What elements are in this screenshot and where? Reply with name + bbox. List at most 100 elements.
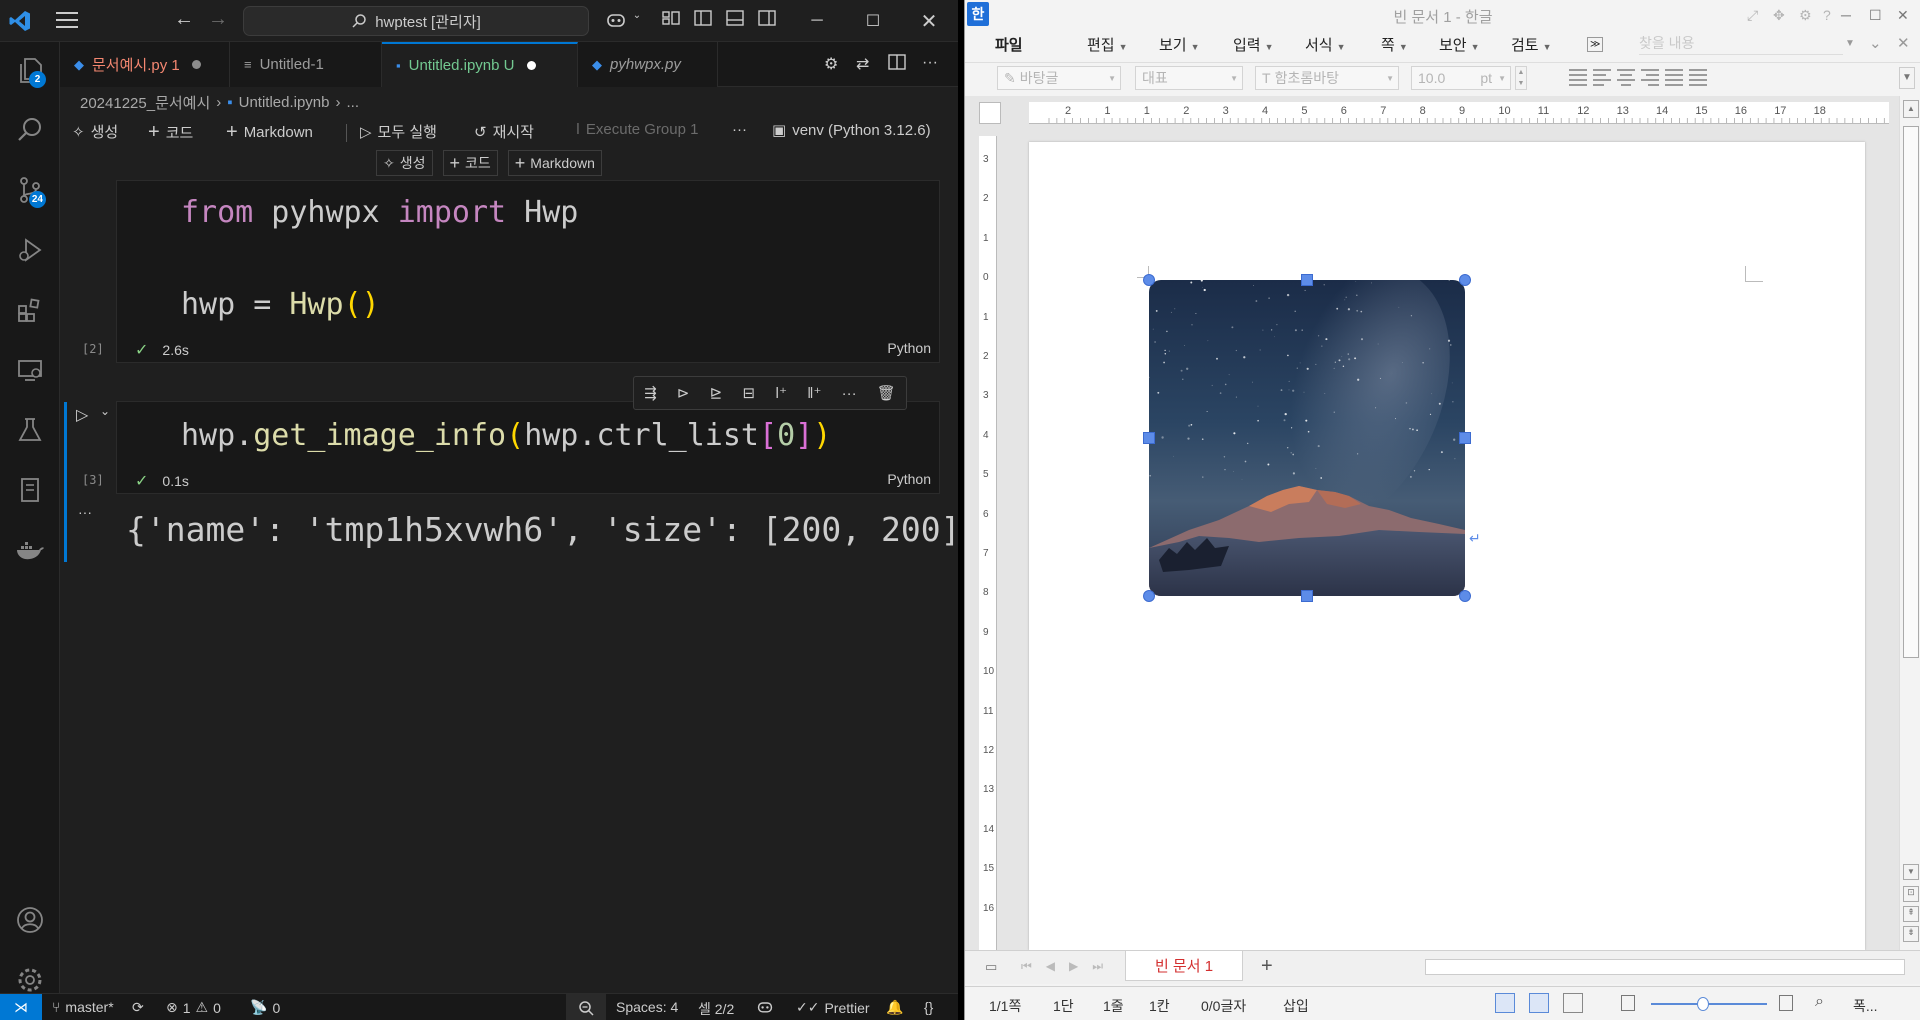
split-editor-icon[interactable] bbox=[888, 54, 906, 75]
remote-indicator-icon[interactable]: ⋊ bbox=[0, 994, 42, 1020]
run-above-icon[interactable]: ⇶ bbox=[644, 384, 657, 402]
align-justify-icon[interactable] bbox=[1569, 69, 1587, 87]
open-changes-icon[interactable]: ⇄ bbox=[856, 54, 869, 74]
toolbar-expand-icon[interactable]: ▼ bbox=[1899, 67, 1915, 89]
menu-security[interactable]: 보안 ▼ bbox=[1439, 34, 1480, 55]
language-mode-indicator[interactable]: {} bbox=[924, 999, 933, 1015]
vertical-scrollbar[interactable]: ▲ ▼ ⊡ ⇞ ⇟ bbox=[1899, 96, 1920, 950]
execute-group-button[interactable]: ǀ Execute Group 1 bbox=[576, 121, 698, 138]
add-markdown-cell-button[interactable]: + Markdown bbox=[226, 121, 313, 144]
font-size-stepper[interactable]: ▲ ▼ bbox=[1515, 66, 1527, 90]
menu-view[interactable]: 보기 ▼ bbox=[1159, 34, 1200, 55]
toggle-secondary-sidebar-icon[interactable] bbox=[756, 10, 778, 32]
maximize-button[interactable]: ☐ bbox=[850, 0, 896, 42]
resize-handle-top-left[interactable] bbox=[1143, 274, 1155, 286]
generate-button[interactable]: ✧ 생성 bbox=[72, 121, 118, 142]
command-center-search[interactable]: hwptest [관리자] bbox=[243, 6, 589, 36]
restart-button[interactable]: ↺ 재시작 bbox=[474, 121, 534, 142]
source-control-icon[interactable]: 24 bbox=[10, 170, 50, 210]
collapse-ribbon-icon[interactable]: ⌄ bbox=[1869, 34, 1882, 52]
menu-review[interactable]: 검토 ▼ bbox=[1511, 34, 1552, 55]
zoom-out-icon[interactable] bbox=[1621, 995, 1635, 1011]
menu-format[interactable]: 서식 ▼ bbox=[1305, 34, 1346, 55]
insert-cursor-icon[interactable]: ǀ⁺ bbox=[775, 384, 787, 402]
remote-explorer-icon[interactable] bbox=[10, 350, 50, 390]
tab-untitled-ipynb[interactable]: ▪ Untitled.ipynb U bbox=[382, 42, 578, 87]
insert-mode[interactable]: 삽입 bbox=[1283, 996, 1309, 1016]
sync-icon[interactable]: ⟳ bbox=[132, 999, 144, 1016]
resize-handle-right[interactable] bbox=[1459, 432, 1471, 444]
move-icon[interactable]: ✥ bbox=[1773, 7, 1785, 24]
scrollbar-thumb[interactable] bbox=[1903, 126, 1919, 658]
cell-language[interactable]: Python bbox=[887, 471, 931, 487]
fullscreen-icon[interactable]: ⤢ bbox=[1747, 7, 1758, 24]
resize-handle-top-right[interactable] bbox=[1459, 274, 1471, 286]
distribute-icon[interactable] bbox=[1665, 69, 1683, 87]
breadcrumb-more[interactable]: ... bbox=[347, 94, 360, 111]
maximize-button[interactable]: ☐ bbox=[1869, 7, 1882, 24]
cell-position-indicator[interactable]: 셀 2/2 bbox=[698, 999, 734, 1019]
scroll-down-arrow-icon[interactable]: ▼ bbox=[1903, 864, 1919, 880]
chevron-down-icon[interactable]: ⌄ bbox=[626, 10, 648, 32]
search-icon[interactable] bbox=[10, 110, 50, 150]
document-tab[interactable]: 빈 문서 1 bbox=[1125, 951, 1243, 981]
add-tab-plus-icon[interactable]: + bbox=[1261, 955, 1273, 978]
style-select[interactable]: ✎ 바탕글 ▼ bbox=[997, 66, 1121, 90]
tab-navigation-arrows[interactable]: ⏮◀▶⏭ bbox=[1021, 959, 1117, 974]
tab-list-icon[interactable]: ▭ bbox=[985, 959, 997, 975]
menu-file[interactable]: 파일 bbox=[995, 34, 1023, 55]
ruler-corner-icon[interactable] bbox=[979, 102, 1001, 124]
minimize-button[interactable]: ─ bbox=[1841, 7, 1851, 23]
execute-above-icon[interactable]: ⊳ bbox=[677, 384, 690, 402]
execute-below-icon[interactable]: ⊵ bbox=[710, 384, 723, 402]
copilot-icon[interactable] bbox=[605, 10, 627, 32]
code-cell[interactable]: from pyhwpx import Hwp hwp = Hwp() ✓ 2.6… bbox=[116, 180, 940, 363]
options-icon[interactable]: ⚙ bbox=[1799, 7, 1812, 24]
prettier-indicator[interactable]: ✓✓ Prettier bbox=[796, 999, 870, 1016]
normal-view-icon[interactable] bbox=[1495, 993, 1515, 1013]
notebook-outline-icon[interactable] bbox=[10, 470, 50, 510]
resize-handle-bottom[interactable] bbox=[1301, 590, 1313, 602]
docker-whale-icon[interactable] bbox=[10, 530, 50, 570]
more-actions-icon[interactable]: ··· bbox=[922, 54, 938, 72]
join-cells-icon[interactable]: ǁ⁺ bbox=[807, 384, 821, 402]
next-page-icon[interactable]: ⇟ bbox=[1903, 926, 1919, 942]
tab-untitled-1[interactable]: ≡ Untitled-1 bbox=[230, 42, 382, 87]
scroll-up-arrow-icon[interactable]: ▲ bbox=[1903, 100, 1919, 118]
zoom-in-icon[interactable] bbox=[1779, 995, 1793, 1011]
ports-indicator[interactable]: 📡 0 bbox=[250, 999, 280, 1016]
horizontal-ruler[interactable]: 2 1 1 2 3 4 5 6 7 8 9 10 11 12 13 14 15 16 17 18 bbox=[1029, 102, 1889, 124]
run-cell-icon[interactable]: ▷ bbox=[76, 405, 88, 425]
indentation-indicator[interactable]: Spaces: 4 bbox=[616, 999, 678, 1015]
cell-language[interactable]: Python bbox=[887, 340, 931, 356]
menu-edit[interactable]: 편집 ▼ bbox=[1087, 34, 1128, 55]
align-center-icon[interactable] bbox=[1617, 69, 1635, 87]
menu-insert[interactable]: 입력 ▼ bbox=[1233, 34, 1274, 55]
add-code-cell-button[interactable]: + 코드 bbox=[148, 121, 193, 144]
resize-handle-bottom-right[interactable] bbox=[1459, 590, 1471, 602]
more-actions-icon[interactable]: ··· bbox=[842, 385, 857, 402]
zoom-out-icon[interactable] bbox=[566, 994, 606, 1020]
forward-arrow-icon[interactable]: → bbox=[208, 8, 228, 31]
breadcrumb-file[interactable]: Untitled.ipynb bbox=[239, 94, 330, 111]
code-cell[interactable]: hwp.get_image_info(hwp.ctrl_list[0]) ✓ 0… bbox=[116, 401, 940, 494]
find-dropdown-icon[interactable]: ▼ bbox=[1845, 38, 1855, 49]
more-menus-icon[interactable]: ≫ bbox=[1587, 37, 1604, 52]
font-select[interactable]: T 함초롬바탕 ▼ bbox=[1255, 66, 1399, 90]
resize-handle-bottom-left[interactable] bbox=[1143, 590, 1155, 602]
split-cell-icon[interactable]: ⊟ bbox=[742, 384, 755, 402]
notebook-settings-gear-icon[interactable]: ⚙ bbox=[824, 54, 838, 74]
extensions-icon[interactable] bbox=[10, 290, 50, 330]
hamburger-menu-icon[interactable] bbox=[56, 12, 78, 30]
chevron-down-icon[interactable]: ⌄ bbox=[100, 404, 110, 418]
zoom-slider-thumb[interactable] bbox=[1697, 997, 1709, 1011]
close-button[interactable]: ✕ bbox=[1897, 7, 1909, 24]
insert-generate-button[interactable]: ✧ 생성 bbox=[376, 150, 433, 176]
resize-handle-left[interactable] bbox=[1143, 432, 1155, 444]
toggle-panel-icon[interactable] bbox=[724, 10, 746, 32]
close-ribbon-icon[interactable]: ✕ bbox=[1897, 34, 1910, 52]
fit-width-icon[interactable] bbox=[1529, 993, 1549, 1013]
account-icon[interactable] bbox=[10, 900, 50, 940]
close-button[interactable]: ✕ bbox=[906, 0, 952, 42]
minimize-button[interactable]: ─ bbox=[794, 0, 840, 42]
